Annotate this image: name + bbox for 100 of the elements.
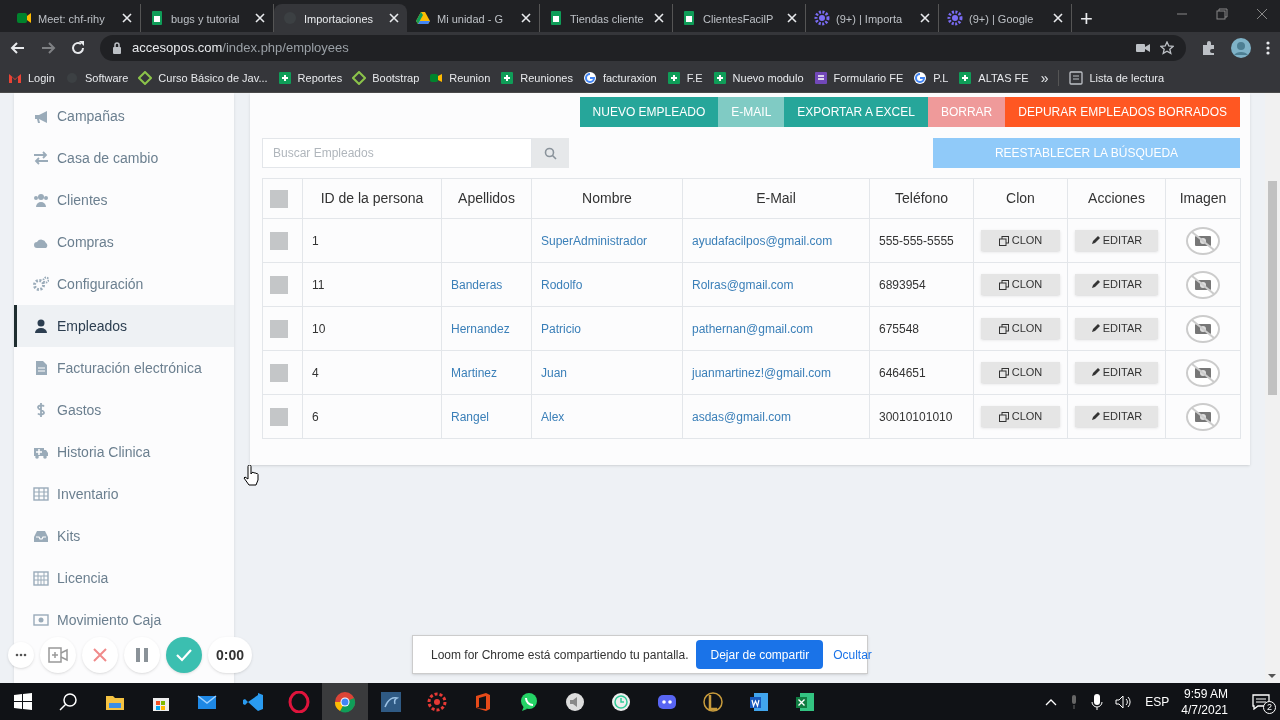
bookmark-link[interactable]: Reuniones xyxy=(520,69,573,87)
browser-tab[interactable]: Importaciones xyxy=(274,4,407,32)
menu-icon[interactable] xyxy=(1266,40,1270,56)
spreadsheet-icon[interactable] xyxy=(712,71,727,85)
reload-icon[interactable] xyxy=(70,40,86,56)
spreadsheet-icon[interactable] xyxy=(277,71,292,85)
document-icon[interactable] xyxy=(748,690,770,713)
notification-icon[interactable] xyxy=(1252,693,1270,710)
search-icon[interactable] xyxy=(58,690,80,713)
surname-link[interactable]: Banderas xyxy=(451,277,503,292)
name-link[interactable]: Rodolfo xyxy=(541,277,583,292)
diamond-icon[interactable] xyxy=(352,71,367,85)
name-link[interactable]: Patricio xyxy=(541,321,581,336)
google-icon[interactable] xyxy=(913,71,928,85)
search-field[interactable]: Buscar Empleados xyxy=(262,138,532,168)
clock-time[interactable]: 9:59 AM xyxy=(1183,685,1228,702)
bookmark-link[interactable]: Software xyxy=(84,69,129,87)
language-indicator[interactable]: ESP xyxy=(1145,692,1170,711)
gear-icon[interactable] xyxy=(426,690,448,713)
bookmark-link[interactable]: P.L xyxy=(933,69,949,87)
mail-icon[interactable] xyxy=(8,71,22,85)
checkbox[interactable] xyxy=(270,189,288,208)
checkbox[interactable] xyxy=(270,363,288,382)
scroll-down-icon[interactable] xyxy=(1267,673,1277,679)
windows-logo-icon[interactable] xyxy=(12,690,34,713)
email-link[interactable]: Rolras@gmail.com xyxy=(692,277,794,292)
camera-icon[interactable] xyxy=(429,71,444,85)
clone-button[interactable]: CLON xyxy=(981,362,1060,383)
surname-link[interactable]: Rangel xyxy=(451,409,490,424)
sidebar-item[interactable]: Gastos xyxy=(14,396,234,424)
checkbox[interactable] xyxy=(270,275,288,294)
sidebar-item[interactable]: Empleados xyxy=(14,305,234,347)
sidebar-item[interactable]: Historia Clinica xyxy=(14,438,234,466)
edit-button[interactable]: EDITAR xyxy=(1075,318,1158,339)
sidebar-item[interactable]: Compras xyxy=(14,228,234,256)
sidebar-item[interactable]: Configuración xyxy=(14,270,234,298)
sidebar-item[interactable]: Licencia xyxy=(14,564,234,592)
circle-icon[interactable] xyxy=(334,690,356,713)
sidebar-item[interactable]: Inventario xyxy=(14,480,234,508)
bookmark-link[interactable]: Login xyxy=(28,69,55,87)
more-bookmarks-button[interactable]: » xyxy=(1040,67,1049,89)
dolphin-icon[interactable] xyxy=(380,690,402,713)
surname-link[interactable]: Martinez xyxy=(451,365,497,380)
ring-icon[interactable] xyxy=(288,690,310,713)
spreadsheet-icon[interactable] xyxy=(958,71,973,85)
stop-sharing-button[interactable]: Dejar de compartir xyxy=(696,640,824,669)
spreadsheet-icon[interactable] xyxy=(500,71,515,85)
diamond-icon[interactable] xyxy=(138,71,153,85)
bookmark-link[interactable]: facturaxion xyxy=(602,69,657,87)
ribbon-icon[interactable] xyxy=(242,690,264,713)
clone-button[interactable]: CLON xyxy=(981,230,1060,251)
sidebar-item[interactable]: Kits xyxy=(14,522,234,550)
list-icon[interactable] xyxy=(1069,71,1084,85)
camera-icon[interactable] xyxy=(1136,42,1150,54)
sidebar-item[interactable]: Campañas xyxy=(14,102,234,130)
bookmark-link[interactable]: Bootstrap xyxy=(372,69,420,87)
clone-button[interactable]: CLON xyxy=(981,406,1060,427)
sidebar-item[interactable]: Casa de cambio xyxy=(14,144,234,172)
name-link[interactable]: Alex xyxy=(541,409,565,424)
volume-icon[interactable] xyxy=(1115,693,1134,710)
avatar-icon[interactable] xyxy=(1230,37,1252,59)
edit-button[interactable]: EDITAR xyxy=(1075,274,1158,295)
clock-icon[interactable] xyxy=(610,690,632,713)
hide-link[interactable]: Ocultar xyxy=(833,645,872,664)
name-link[interactable]: Juan xyxy=(541,365,568,380)
reading-list-link[interactable]: Lista de lectura xyxy=(1089,69,1165,87)
spreadsheet-icon[interactable] xyxy=(666,71,681,85)
letter-l-icon[interactable] xyxy=(702,690,724,713)
sidebar-item[interactable]: Movimiento Caja xyxy=(14,606,234,634)
clock-date[interactable]: 4/7/2021 xyxy=(1181,701,1228,718)
chat-icon[interactable] xyxy=(518,690,540,713)
checkbox[interactable] xyxy=(270,231,288,250)
puzzle-icon[interactable] xyxy=(1200,40,1216,56)
forward-arrow-icon[interactable] xyxy=(40,40,56,56)
speaker-icon[interactable] xyxy=(564,690,586,713)
bookmark-link[interactable]: Reunion xyxy=(449,69,491,87)
bookmark-link[interactable]: ALTAS FE xyxy=(978,69,1029,87)
bookmark-link[interactable]: F.E xyxy=(686,69,703,87)
clone-button[interactable]: CLON xyxy=(981,274,1060,295)
form-icon[interactable] xyxy=(813,71,828,85)
sidebar-item[interactable]: Clientes xyxy=(14,186,234,214)
sidebar-item[interactable]: Facturación electrónica xyxy=(14,354,234,382)
new-tab-button[interactable]: + xyxy=(1080,8,1093,30)
chevron-up-icon[interactable] xyxy=(1045,697,1058,706)
restore-icon[interactable] xyxy=(1216,8,1228,20)
bookmark-link[interactable]: Reportes xyxy=(297,69,343,87)
bookmark-link[interactable]: Curso Básico de Jav... xyxy=(158,69,268,87)
scrollbar-thumb[interactable] xyxy=(1268,181,1277,395)
checkbox[interactable] xyxy=(270,407,288,426)
microphone-icon[interactable] xyxy=(1091,692,1104,711)
email-link[interactable]: asdas@gmail.com xyxy=(692,409,791,424)
address-bar[interactable]: accesopos.com/index.php/employees xyxy=(100,35,1186,61)
scrollbar[interactable] xyxy=(1265,93,1280,683)
edit-button[interactable]: EDITAR xyxy=(1075,230,1158,251)
edit-button[interactable]: EDITAR xyxy=(1075,362,1158,383)
google-icon[interactable] xyxy=(582,71,597,85)
edit-button[interactable]: EDITAR xyxy=(1075,406,1158,427)
bookmark-link[interactable]: Nuevo modulo xyxy=(732,69,804,87)
clone-button[interactable]: CLON xyxy=(981,318,1060,339)
star-icon[interactable] xyxy=(1160,41,1174,55)
